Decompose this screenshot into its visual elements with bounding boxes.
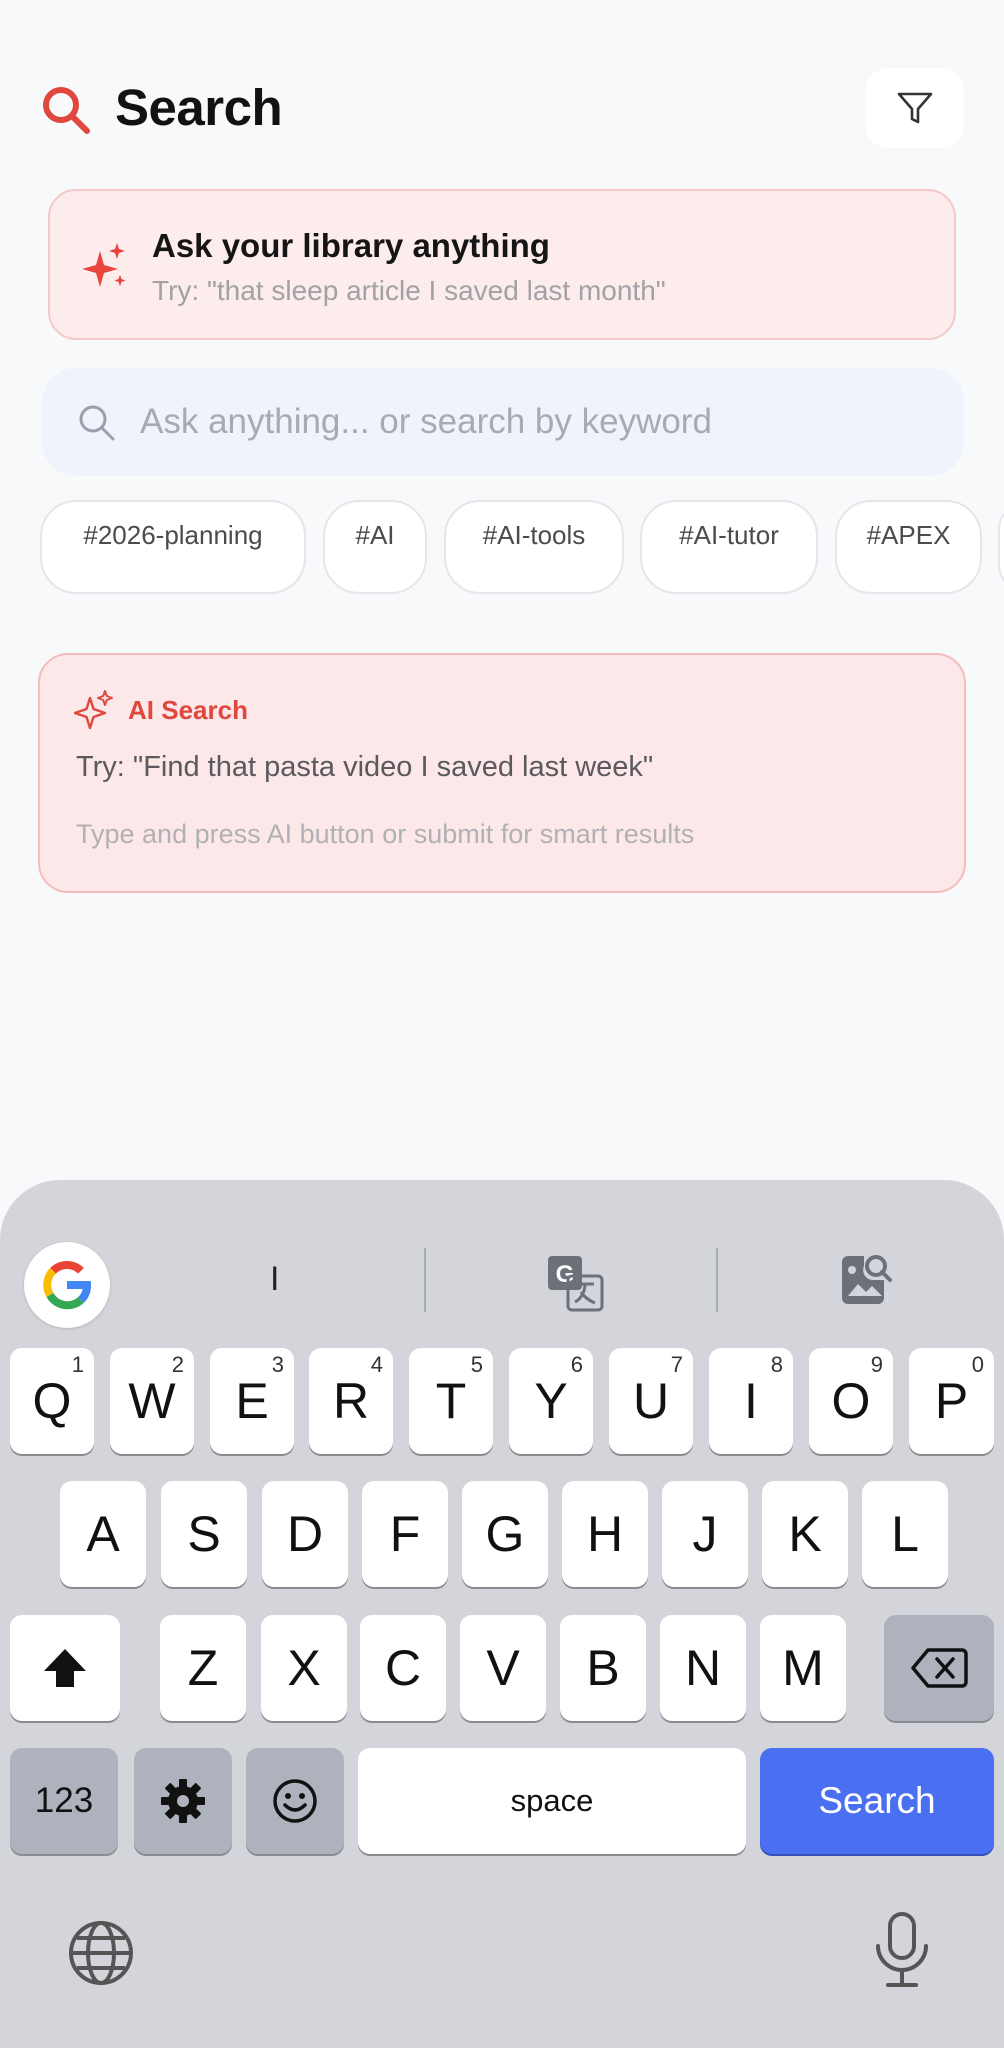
key-q[interactable]: Q1 — [10, 1348, 94, 1454]
keyboard-search-key[interactable]: Search — [760, 1748, 994, 1854]
filter-button[interactable] — [866, 68, 964, 148]
tag-chip[interactable]: #AI-tutor — [640, 500, 818, 594]
key-x[interactable]: X — [261, 1615, 347, 1721]
on-screen-keyboard: I G Q1 W2 E3 R4 T5 Y6 U7 I8 O9 P0 A S D … — [0, 1180, 1004, 2048]
backspace-key[interactable] — [884, 1615, 994, 1721]
tag-chip-overflow[interactable] — [998, 500, 1004, 594]
key-m[interactable]: M — [760, 1615, 846, 1721]
svg-text:G: G — [556, 1261, 575, 1288]
tag-chip[interactable]: #APEX — [835, 500, 982, 594]
page-title: Search — [115, 79, 283, 136]
header: Search — [0, 0, 1004, 180]
ai-search-card[interactable]: AI Search Try: "Find that pasta video I … — [38, 653, 966, 893]
tag-chip[interactable]: #2026-planning — [40, 500, 306, 594]
key-y[interactable]: Y6 — [509, 1348, 593, 1454]
google-icon — [43, 1261, 91, 1310]
search-box[interactable] — [42, 368, 964, 476]
key-l[interactable]: L — [862, 1481, 948, 1587]
toolbar-divider — [424, 1248, 426, 1312]
key-a[interactable]: A — [60, 1481, 146, 1587]
suggestion-word[interactable]: I — [270, 1260, 279, 1299]
key-j[interactable]: J — [662, 1481, 748, 1587]
search-input[interactable] — [140, 390, 940, 454]
key-s[interactable]: S — [161, 1481, 247, 1587]
gear-icon — [161, 1779, 205, 1823]
key-t[interactable]: T5 — [409, 1348, 493, 1454]
shift-icon — [44, 1649, 86, 1687]
key-z[interactable]: Z — [160, 1615, 246, 1721]
key-o[interactable]: O9 — [809, 1348, 893, 1454]
sparkle-icon — [74, 690, 113, 730]
emoji-key[interactable] — [246, 1748, 344, 1854]
ai-card-example: Try: "Find that pasta video I saved last… — [76, 751, 654, 783]
key-v[interactable]: V — [460, 1615, 546, 1721]
key-b[interactable]: B — [560, 1615, 646, 1721]
sparkle-icon — [82, 243, 126, 287]
tag-chip[interactable]: #AI-tools — [444, 500, 624, 594]
key-e[interactable]: E3 — [210, 1348, 294, 1454]
microphone-icon[interactable] — [870, 1910, 934, 1990]
ai-card-title: AI Search — [128, 695, 248, 725]
key-u[interactable]: U7 — [609, 1348, 693, 1454]
numbers-key[interactable]: 123 — [10, 1748, 118, 1854]
emoji-icon — [273, 1779, 317, 1823]
tag-chip[interactable]: #AI — [323, 500, 427, 594]
key-w[interactable]: W2 — [110, 1348, 194, 1454]
key-g[interactable]: G — [462, 1481, 548, 1587]
ai-card-hint: Type and press AI button or submit for s… — [76, 819, 695, 849]
key-p[interactable]: P0 — [909, 1348, 994, 1454]
ask-banner-subtitle: Try: "that sleep article I saved last mo… — [152, 275, 666, 306]
translate-icon[interactable]: G — [546, 1254, 604, 1312]
key-n[interactable]: N — [660, 1615, 746, 1721]
key-c[interactable]: C — [360, 1615, 446, 1721]
key-i[interactable]: I8 — [709, 1348, 793, 1454]
key-f[interactable]: F — [362, 1481, 448, 1587]
image-search-icon[interactable] — [838, 1252, 894, 1308]
key-r[interactable]: R4 — [309, 1348, 393, 1454]
ask-banner-title: Ask your library anything — [152, 227, 550, 264]
space-key[interactable]: space — [358, 1748, 746, 1854]
ask-library-banner[interactable]: Ask your library anything Try: "that sle… — [48, 189, 956, 340]
google-button[interactable] — [24, 1242, 110, 1328]
search-icon — [79, 405, 115, 441]
filter-icon — [897, 92, 933, 124]
backspace-icon — [911, 1648, 968, 1688]
toolbar-divider — [716, 1248, 718, 1312]
search-icon — [43, 87, 90, 134]
shift-key[interactable] — [10, 1615, 120, 1721]
key-h[interactable]: H — [562, 1481, 648, 1587]
tag-list: #2026-planning #AI #AI-tools #AI-tutor #… — [0, 500, 1004, 596]
globe-icon[interactable] — [66, 1918, 136, 1988]
key-d[interactable]: D — [262, 1481, 348, 1587]
key-k[interactable]: K — [762, 1481, 848, 1587]
settings-key[interactable] — [134, 1748, 232, 1854]
